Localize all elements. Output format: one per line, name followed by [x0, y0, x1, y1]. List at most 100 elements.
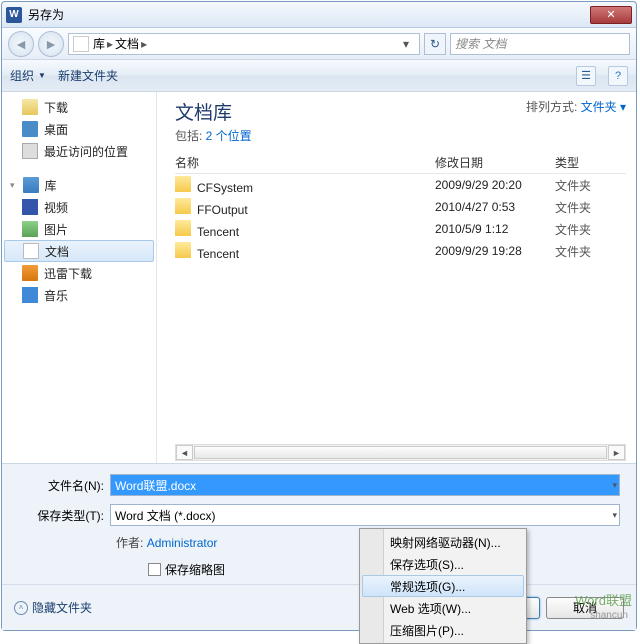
word-icon: W — [6, 7, 22, 23]
chevron-down-icon[interactable]: ▾ — [612, 480, 617, 491]
button-row: ˄ 隐藏文件夹 工具(L) ▼ 保存(S) 取消 — [2, 584, 636, 630]
sidebar-item-label: 库 — [45, 177, 57, 194]
filename-label: 文件名(N): — [18, 477, 110, 494]
back-button[interactable]: ◄ — [8, 31, 34, 57]
sidebar-item-downloads[interactable]: 下载 — [2, 96, 156, 118]
view-button[interactable]: ☰ — [576, 66, 596, 86]
file-type: 文件夹 — [555, 177, 626, 194]
hide-folders-button[interactable]: ˄ 隐藏文件夹 — [14, 599, 92, 616]
folder-icon — [175, 242, 191, 258]
chevron-down-icon[interactable]: ▾ — [612, 510, 617, 521]
sort-value: 文件夹 — [581, 100, 617, 114]
form-area: 文件名(N): ▾ 保存类型(T): Word 文档 (*.docx) ▾ 作者… — [2, 464, 636, 584]
main-pane: 文档库 包括: 2 个位置 排列方式: 文件夹 ▾ 名称 修改日期 类型 CFS… — [157, 92, 636, 463]
sidebar-item-label: 下载 — [44, 99, 68, 116]
sidebar-item-library[interactable]: ▾库 — [2, 174, 156, 196]
table-row[interactable]: Tencent2009/9/29 19:28文件夹 — [175, 240, 626, 262]
desktop-icon — [22, 121, 38, 137]
titlebar: W 另存为 ✕ — [2, 2, 636, 28]
file-date: 2010/4/27 0:53 — [435, 200, 555, 214]
sidebar-item-xunlei[interactable]: 迅雷下载 — [2, 262, 156, 284]
file-name: Tencent — [197, 225, 239, 239]
new-folder-button[interactable]: 新建文件夹 — [58, 67, 118, 84]
sidebar-item-label: 图片 — [44, 221, 68, 238]
filename-input[interactable] — [111, 475, 619, 495]
menu-item[interactable]: 映射网络驱动器(N)... — [362, 531, 524, 553]
file-type: 文件夹 — [555, 243, 626, 260]
sidebar-item-label: 桌面 — [44, 121, 68, 138]
sidebar: 下载 桌面 最近访问的位置 ▾库 视频 图片 文档 迅雷下载 音乐 — [2, 92, 157, 463]
author-label: 作者: — [116, 536, 143, 550]
filename-field[interactable]: ▾ — [110, 474, 620, 496]
sort-dropdown[interactable]: 文件夹 ▾ — [581, 100, 626, 114]
sidebar-item-label: 文档 — [45, 243, 69, 260]
table-row[interactable]: Tencent 2010/5/9 1:12文件夹 — [175, 218, 626, 240]
col-type[interactable]: 类型 — [555, 154, 626, 171]
sidebar-item-pictures[interactable]: 图片 — [2, 218, 156, 240]
sidebar-item-documents[interactable]: 文档 — [4, 240, 154, 262]
file-date: 2009/9/29 20:20 — [435, 178, 555, 192]
sort-label: 排列方式: — [526, 100, 577, 114]
expand-icon: ▾ — [10, 180, 15, 191]
col-name[interactable]: 名称 — [175, 154, 435, 171]
library-subtitle: 包括: 2 个位置 — [175, 127, 252, 144]
folder-icon — [175, 220, 191, 236]
menu-item[interactable]: 保存选项(S)... — [362, 553, 524, 575]
music-icon — [22, 287, 38, 303]
menu-item[interactable]: 常规选项(G)... — [362, 575, 524, 597]
sidebar-item-video[interactable]: 视频 — [2, 196, 156, 218]
folder-icon — [175, 198, 191, 214]
cancel-button[interactable]: 取消 — [546, 597, 624, 619]
close-button[interactable]: ✕ — [590, 6, 632, 24]
file-type: 文件夹 — [555, 221, 626, 238]
menu-item[interactable]: 压缩图片(P)... — [362, 619, 524, 641]
pictures-icon — [22, 221, 38, 237]
chevron-right-icon: ▸ — [107, 37, 113, 51]
file-type: 文件夹 — [555, 199, 626, 216]
organize-button[interactable]: 组织 ▼ — [10, 67, 46, 84]
hide-folders-label: 隐藏文件夹 — [32, 599, 92, 616]
filetype-value: Word 文档 (*.docx) — [115, 507, 215, 524]
search-input[interactable]: 搜索 文档 — [450, 33, 630, 55]
addr-dropdown-icon[interactable]: ▾ — [397, 37, 415, 51]
column-header: 名称 修改日期 类型 — [175, 152, 626, 174]
documents-icon — [23, 243, 39, 259]
sidebar-item-recent[interactable]: 最近访问的位置 — [2, 140, 156, 162]
video-icon — [22, 199, 38, 215]
chevron-right-icon: ▸ — [141, 37, 147, 51]
file-date: 2009/9/29 19:28 — [435, 244, 555, 258]
author-value[interactable]: Administrator — [147, 536, 218, 550]
window-title: 另存为 — [28, 6, 590, 23]
menu-item[interactable]: Web 选项(W)... — [362, 597, 524, 619]
breadcrumb-seg[interactable]: 库 — [93, 35, 105, 52]
sidebar-item-label: 音乐 — [44, 287, 68, 304]
lib-sub-pre: 包括: — [175, 129, 206, 143]
horizontal-scrollbar[interactable]: ◄ ► — [175, 444, 626, 461]
address-bar[interactable]: 库 ▸ 文档 ▸ ▾ — [68, 33, 420, 55]
scroll-left-icon[interactable]: ◄ — [176, 445, 193, 460]
sidebar-item-music[interactable]: 音乐 — [2, 284, 156, 306]
breadcrumb-seg[interactable]: 文档 — [115, 35, 139, 52]
tools-menu: 映射网络驱动器(N)...保存选项(S)...常规选项(G)...Web 选项(… — [359, 528, 527, 644]
chevron-down-icon: ▼ — [38, 71, 46, 80]
lib-locations-link[interactable]: 2 个位置 — [206, 129, 252, 143]
forward-button[interactable]: ► — [38, 31, 64, 57]
organize-label: 组织 — [10, 67, 34, 84]
refresh-button[interactable]: ↻ — [424, 33, 446, 55]
scroll-right-icon[interactable]: ► — [608, 445, 625, 460]
doc-icon — [73, 36, 89, 52]
file-date: 2010/5/9 1:12 — [435, 222, 555, 236]
sidebar-item-desktop[interactable]: 桌面 — [2, 118, 156, 140]
thumbnail-checkbox[interactable] — [148, 563, 161, 576]
col-date[interactable]: 修改日期 — [435, 154, 555, 171]
table-row[interactable]: CFSystem2009/9/29 20:20文件夹 — [175, 174, 626, 196]
help-button[interactable]: ? — [608, 66, 628, 86]
filetype-label: 保存类型(T): — [18, 507, 110, 524]
sidebar-item-label: 迅雷下载 — [44, 265, 92, 282]
table-row[interactable]: FFOutput2010/4/27 0:53文件夹 — [175, 196, 626, 218]
filetype-dropdown[interactable]: Word 文档 (*.docx) ▾ — [110, 504, 620, 526]
xunlei-icon — [22, 265, 38, 281]
search-placeholder: 搜索 文档 — [455, 35, 506, 52]
chevron-up-icon: ˄ — [14, 601, 28, 615]
scroll-thumb[interactable] — [194, 446, 607, 459]
